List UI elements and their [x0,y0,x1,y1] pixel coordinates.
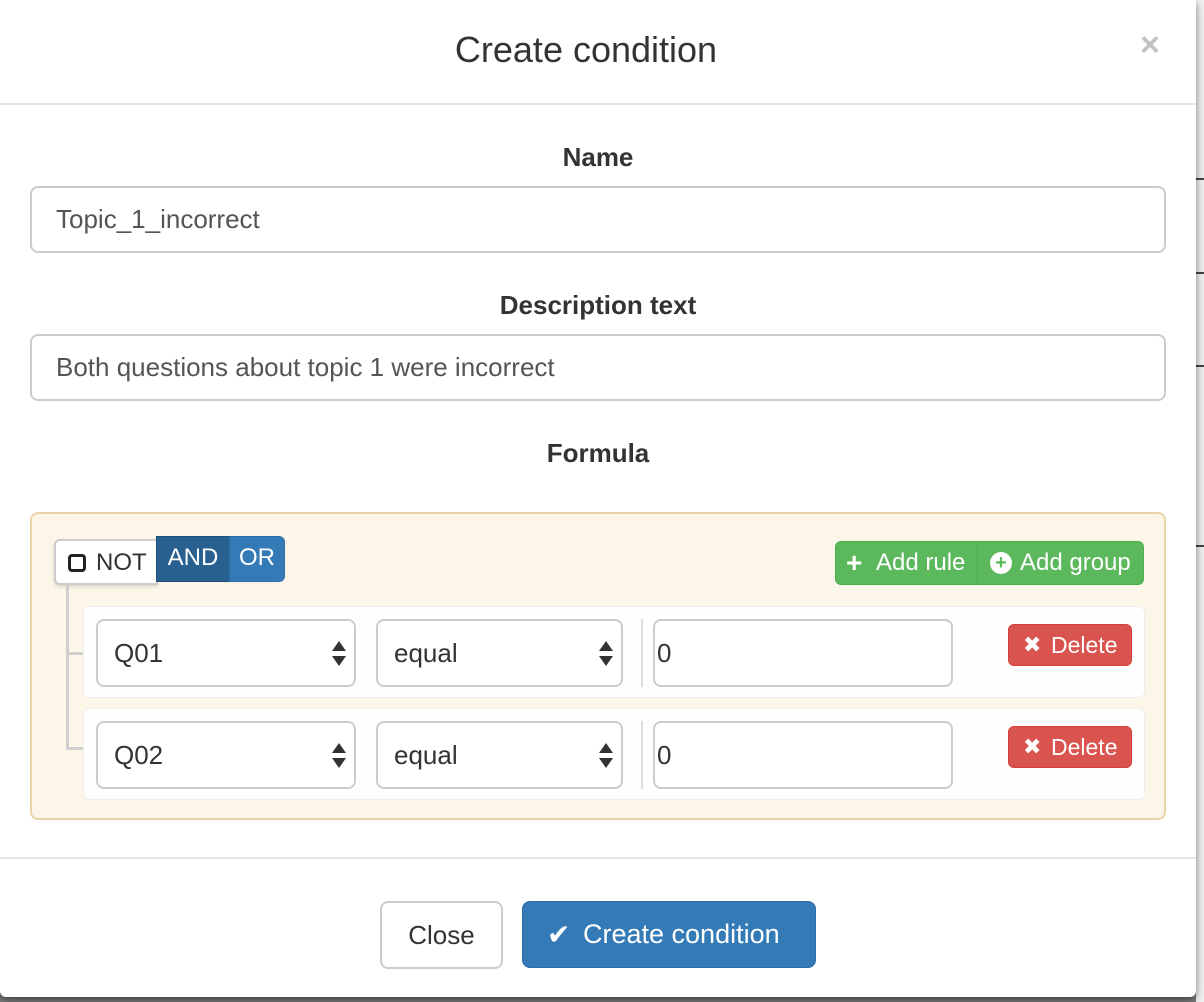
modal-footer: Close ✔ Create condition [0,857,1196,997]
delete-rule-button[interactable]: ✖ Delete [1008,624,1132,666]
select-arrows-icon [332,743,346,769]
rule-value-input[interactable] [653,619,953,687]
add-rule-button[interactable]: + Add rule [835,541,978,585]
rule-row: Q01 equal ✖ Delete [83,606,1145,698]
rule-field-select[interactable]: Q02 [96,721,356,789]
rule-value-input[interactable] [653,721,953,789]
rule-field-value: Q01 [114,638,164,668]
add-group-label: Add group [1020,549,1131,576]
rule-row: Q02 equal ✖ Delete [83,708,1145,800]
delete-rule-button[interactable]: ✖ Delete [1008,726,1132,768]
create-condition-modal: Create condition × Name Description text… [0,0,1196,997]
modal-title: Create condition [454,29,718,70]
query-builder-group: NOT AND OR + Add rule + Add group Q01 eq… [30,512,1166,820]
delete-label: Delete [1051,632,1118,658]
rule-divider [641,619,643,687]
close-button[interactable]: Close [380,901,503,969]
create-condition-label: Create condition [583,919,780,949]
rule-operator-select[interactable]: equal [376,721,623,789]
or-condition-button[interactable]: OR [229,536,285,582]
delete-label: Delete [1051,734,1118,760]
remove-icon: ✖ [1023,734,1042,759]
check-icon: ✔ [547,919,571,950]
name-input[interactable] [30,186,1166,253]
page-backdrop [1196,0,1204,1002]
add-group-button[interactable]: + Add group [977,541,1144,585]
modal-header: Create condition × [0,0,1196,105]
checkbox-icon [68,554,86,572]
plus-circle-icon: + [990,552,1012,574]
select-arrows-icon [332,641,346,667]
plus-icon: + [846,547,863,578]
add-rule-label: Add rule [876,549,966,576]
close-icon[interactable]: × [1140,28,1160,62]
rule-operator-value: equal [394,638,458,668]
remove-icon: ✖ [1023,632,1042,657]
rule-divider [641,721,643,789]
select-arrows-icon [599,641,613,667]
formula-label: Formula [546,438,650,468]
description-input[interactable] [30,334,1166,401]
rule-field-select[interactable]: Q01 [96,619,356,687]
rule-operator-value: equal [394,740,458,770]
description-label: Description text [499,290,697,320]
tree-connector [66,584,69,749]
and-condition-button[interactable]: AND [156,536,230,582]
not-toggle-button[interactable]: NOT [54,539,158,585]
select-arrows-icon [599,743,613,769]
not-label: NOT [96,549,147,576]
rule-field-value: Q02 [114,740,164,770]
rule-operator-select[interactable]: equal [376,619,623,687]
name-label: Name [562,142,634,172]
create-condition-button[interactable]: ✔ Create condition [522,901,816,968]
